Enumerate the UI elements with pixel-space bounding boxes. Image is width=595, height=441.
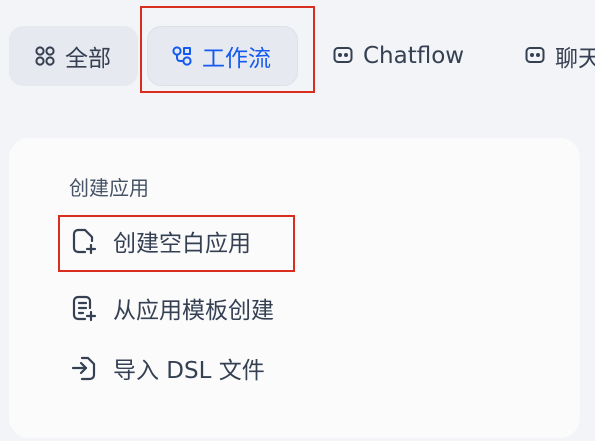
chat-bubble-icon [524, 45, 546, 67]
create-from-template-label: 从应用模板创建 [113, 298, 274, 324]
tab-all[interactable]: 全部 [9, 26, 138, 86]
import-icon [69, 353, 99, 383]
tab-chat-label: 聊天 [555, 46, 595, 72]
create-blank-app-item[interactable]: 创建空白应用 [69, 221, 251, 261]
grid-icon [34, 45, 56, 67]
file-plus-icon [69, 226, 99, 256]
create-from-template-item[interactable]: 从应用模板创建 [69, 288, 274, 328]
template-plus-icon [69, 293, 99, 323]
create-app-panel: 创建应用 创建空白应用 从应用模板创建 导入 DSL 文件 [9, 138, 580, 438]
tab-workflow[interactable]: 工作流 [147, 26, 298, 86]
import-dsl-label: 导入 DSL 文件 [113, 358, 265, 384]
import-dsl-item[interactable]: 导入 DSL 文件 [69, 348, 265, 388]
create-app-title: 创建应用 [69, 176, 149, 200]
tab-chat[interactable]: 聊天 [512, 26, 595, 86]
tab-workflow-label: 工作流 [202, 46, 271, 72]
create-blank-app-label: 创建空白应用 [113, 231, 251, 257]
workflow-icon [171, 45, 193, 67]
chat-bubble-icon [332, 45, 354, 67]
tab-chatflow[interactable]: Chatflow [320, 26, 490, 86]
tab-all-label: 全部 [65, 46, 111, 72]
tab-chatflow-label: Chatflow [363, 43, 465, 69]
app-type-tabs: 全部 工作流 Chatflow 聊天 [0, 0, 595, 110]
